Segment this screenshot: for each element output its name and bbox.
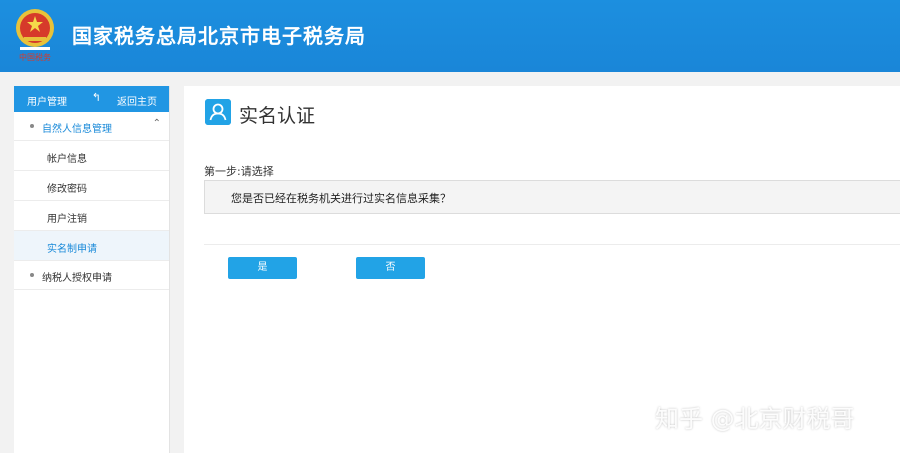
site-title: 国家税务总局北京市电子税务局	[72, 24, 366, 48]
sidebar-item-label: 帐户信息	[47, 154, 87, 165]
page-title: 实名认证	[239, 105, 316, 127]
sidebar-item-change-password[interactable]: 修改密码	[14, 171, 169, 201]
yes-button[interactable]: 是	[228, 257, 297, 279]
sidebar: 用户管理 ↰ 返回主页 自然人信息管理 ⌃ 帐户信息 修改密码 用户注销 实名制…	[14, 86, 170, 453]
bullet-icon	[30, 273, 34, 277]
menu-group-person-info[interactable]: 自然人信息管理 ⌃	[14, 112, 169, 141]
sidebar-item-label: 实名制申请	[47, 244, 97, 255]
menu-group-label: 自然人信息管理	[42, 124, 112, 135]
tax-emblem-icon: 中国税务	[16, 9, 54, 62]
sidebar-title: 用户管理	[27, 97, 67, 108]
no-button[interactable]: 否	[356, 257, 425, 279]
sidebar-item-label: 用户注销	[47, 214, 87, 225]
top-header: 中国税务 国家税务总局北京市电子税务局	[0, 0, 900, 72]
sidebar-item-label: 修改密码	[47, 184, 87, 195]
sidebar-item-deregister[interactable]: 用户注销	[14, 201, 169, 231]
user-icon	[205, 99, 231, 125]
back-arrow-icon[interactable]: ↰	[92, 91, 101, 104]
menu-group-label: 纳税人授权申请	[42, 273, 112, 284]
sidebar-item-realname-apply[interactable]: 实名制申请	[14, 231, 169, 261]
question-box: 您是否已经在税务机关进行过实名信息采集？	[204, 180, 900, 214]
sidebar-header: 用户管理 ↰ 返回主页	[14, 86, 169, 112]
bullet-icon	[30, 124, 34, 128]
step-label: 第一步:请选择	[204, 165, 274, 178]
svg-text:中国税务: 中国税务	[19, 52, 51, 62]
main-panel: 实名认证 第一步:请选择 您是否已经在税务机关进行过实名信息采集？ 是 否	[184, 86, 900, 453]
back-home-link[interactable]: 返回主页	[117, 93, 157, 108]
menu-group-taxpayer-auth[interactable]: 纳税人授权申请	[14, 261, 169, 290]
chevron-up-icon[interactable]: ⌃	[153, 118, 161, 129]
sidebar-item-account-info[interactable]: 帐户信息	[14, 141, 169, 171]
watermark: 知乎 @北京财税哥	[655, 405, 855, 433]
divider	[204, 244, 900, 245]
question-text: 您是否已经在税务机关进行过实名信息采集？	[231, 192, 451, 205]
